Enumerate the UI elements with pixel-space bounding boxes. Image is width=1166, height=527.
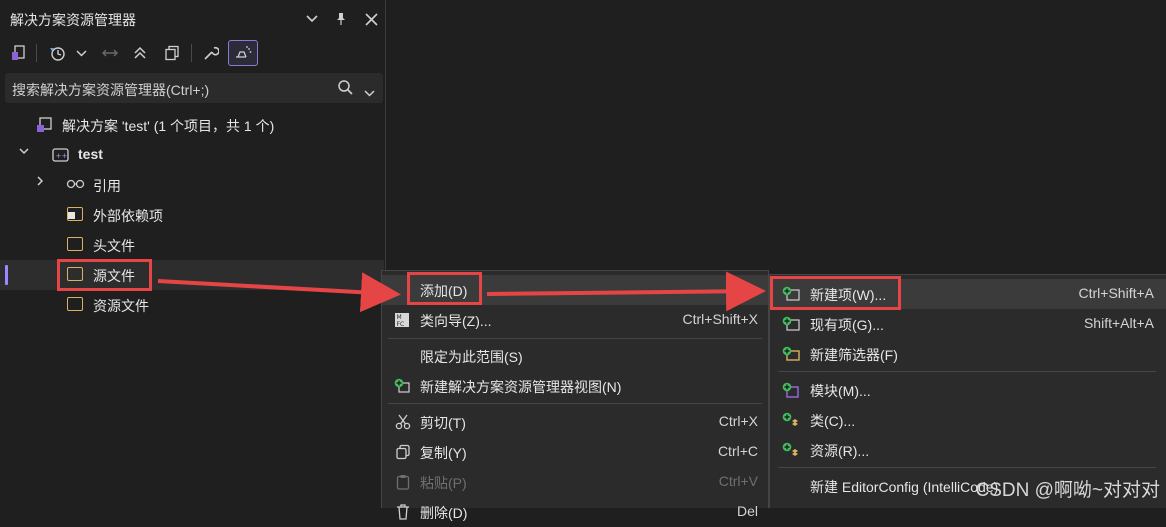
arrow-to-new-item <box>486 271 766 312</box>
arrow-to-add <box>157 272 401 313</box>
watermark: CSDN @啊呦~对对对 <box>975 480 1161 501</box>
annotation-arrows <box>157 271 766 313</box>
